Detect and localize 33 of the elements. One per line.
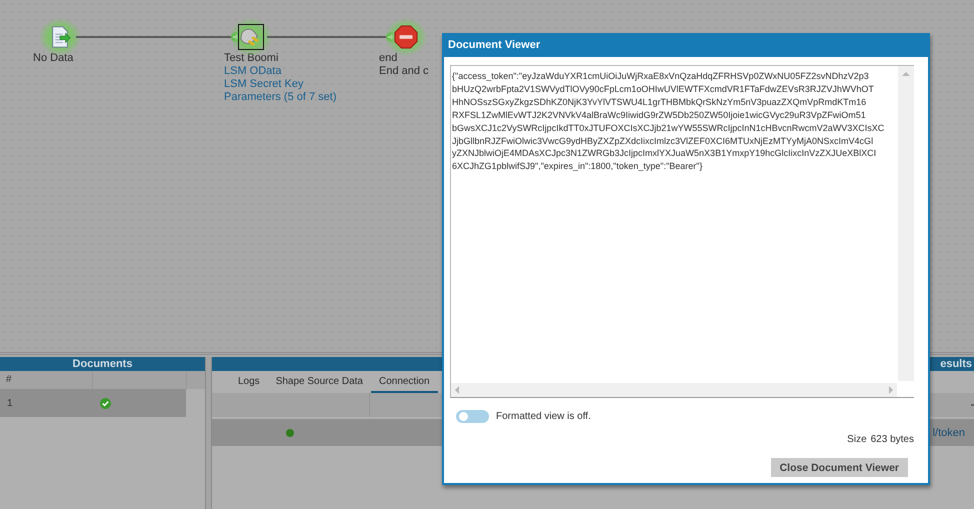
document-text-line: JjbGllbnRJZFwiOlwic3VwcG9ydHByZXZpZXdcIixcImlzc3VlZEF0XCI6MTUxNjEzMTYyMjA0NSxcImV4cGl bbox=[452, 134, 874, 148]
vertical-scrollbar[interactable] bbox=[898, 66, 914, 381]
table-cell: l/token bbox=[932, 426, 965, 438]
document-text-line: bHUzQ2wrbFpta2V1SWVydTlOVy90cFpLcm1oOHIwUVlEWTFXcmdVR1FTaFdwZEVsR3RJZVJhWVhOT bbox=[452, 82, 875, 96]
panel-header: Documents bbox=[0, 357, 205, 371]
close-button[interactable]: Close Document Viewer bbox=[770, 458, 908, 477]
size-value: 623 bytes bbox=[870, 434, 914, 445]
dialog-title: Document Viewer bbox=[442, 33, 930, 57]
plug-icon[interactable] bbox=[238, 24, 264, 50]
node-label: end bbox=[379, 52, 398, 65]
document-text-line: bGwsXCJ1c2VySWRcIjpcIkdTT0xJTUFOXCIsXCJjb21wYW55SWRcIjpcInN1cHBvcnRwcmV2aWV3XCIsXC bbox=[452, 122, 886, 135]
splitter[interactable] bbox=[205, 357, 212, 509]
toggle-switch[interactable] bbox=[456, 410, 489, 423]
document-text-line: HhNOSszSGxyZkgzSDhKZ0NjK3YvYlVTSWU4L1grTHBMbkQrSkNzYm5nV3puazZXQmVpRmdKTm16 bbox=[452, 96, 868, 109]
node-label: No Data bbox=[33, 52, 74, 65]
size-label: Size bbox=[847, 434, 867, 445]
table-row[interactable]: 1 bbox=[0, 389, 186, 417]
tab[interactable]: Shape Source Data bbox=[268, 371, 371, 393]
toggle-label: Formatted view is off. bbox=[496, 411, 591, 422]
tab[interactable]: Logs bbox=[230, 371, 268, 393]
horizontal-scrollbar[interactable] bbox=[451, 383, 897, 397]
node-label: Test Boomi bbox=[224, 52, 278, 65]
node-description: End and c bbox=[379, 65, 429, 78]
document-text-line: 6XCJhZG1pblwifSJ9","expires_in":1800,"token_type":"Bearer"} bbox=[452, 160, 704, 174]
stop-sign-icon[interactable] bbox=[393, 24, 419, 50]
document-text-line: {"access_token":"eyJzaWduYXR1cmUiOiJuWjRxaE8xVnQzaHdqZFRHSVp0ZWxNU05FZ2svNDhzV2p3 bbox=[452, 70, 870, 83]
document-text-line: RXFSL1ZwMlEvWTJ2K2VNVkV4alBraWc9IiwidG9rZW5Db250ZW50Ijoie1wicGVyc29uR3VpZFwiOm51 bbox=[452, 108, 867, 122]
arrow-icon bbox=[231, 32, 241, 42]
table-cell-text: 1 bbox=[6, 398, 14, 408]
document-text-line: yZXNJblwiOjE4MDAsXCJpc3N1ZWRGb3JcIjpcImxlYXJuaW5nX3B1YmxpY19hcGlcIixcInVzZXJUeXBlXCI bbox=[452, 147, 878, 160]
document-content-area[interactable] bbox=[450, 65, 914, 398]
status-dot bbox=[286, 428, 294, 436]
check-icon bbox=[100, 398, 111, 408]
